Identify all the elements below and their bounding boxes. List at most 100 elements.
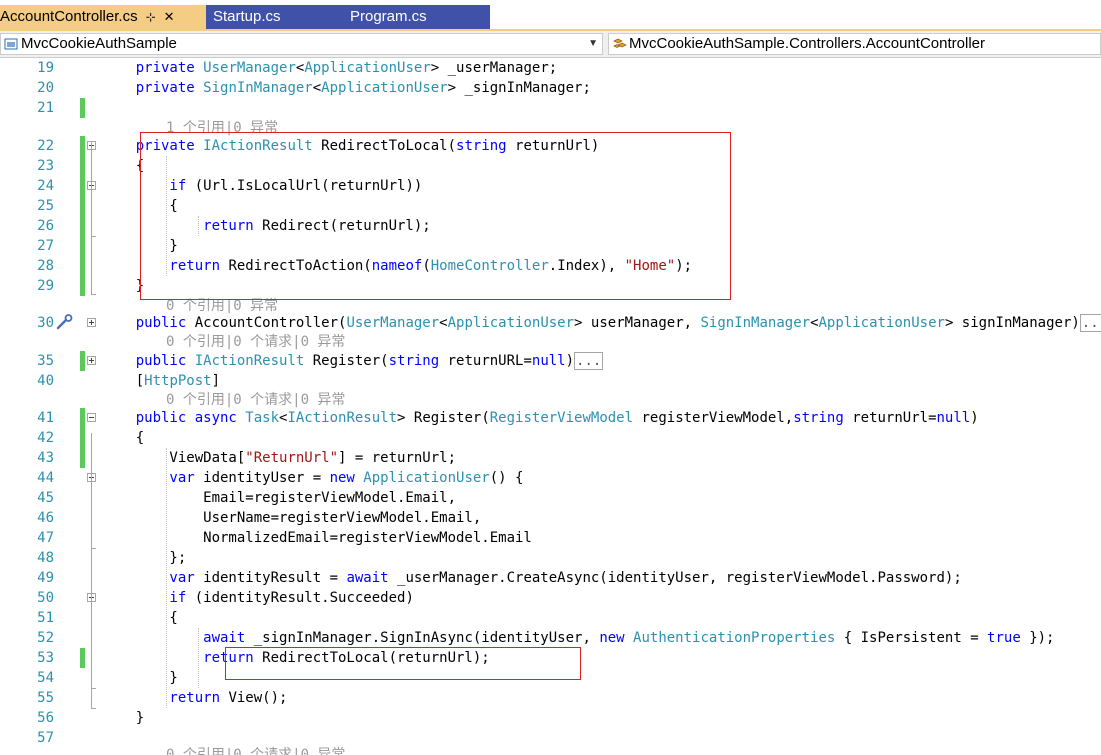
code-token: HttpPost xyxy=(144,373,212,389)
tab-program[interactable]: Program.cs xyxy=(350,5,427,29)
code-token: null xyxy=(531,353,566,369)
wrench-icon[interactable] xyxy=(56,314,74,330)
line-number: 52 xyxy=(37,630,54,646)
code-token: Task xyxy=(245,410,280,426)
code-token: < xyxy=(810,315,819,331)
line-number: 24 xyxy=(37,178,54,194)
code-line[interactable]: ViewData["ReturnUrl"] = returnUrl; xyxy=(102,448,456,468)
code-token: public async xyxy=(102,410,246,426)
expand-icon[interactable] xyxy=(87,356,96,365)
tab-account-controller[interactable]: AccountController.cs ⊹ ✕ xyxy=(0,5,206,29)
code-token: identityUser = xyxy=(194,470,330,486)
tab-label: Program.cs xyxy=(350,8,427,25)
fold-guide-end xyxy=(91,294,96,295)
code-line[interactable]: await _signInManager.SignInAsync(identit… xyxy=(102,628,1054,648)
line-number: 41 xyxy=(37,410,54,426)
fold-guide xyxy=(91,173,92,236)
change-indicator xyxy=(80,351,85,371)
code-token: if xyxy=(102,590,187,606)
close-icon[interactable]: ✕ xyxy=(164,9,175,24)
change-indicator xyxy=(80,256,85,276)
line-number: 25 xyxy=(37,198,54,214)
code-line[interactable]: return View(); xyxy=(102,688,287,708)
change-indicator xyxy=(80,136,85,156)
line-number: 27 xyxy=(37,238,54,254)
line-number: 44 xyxy=(37,470,54,486)
collapsed-region[interactable]: ... xyxy=(574,352,604,370)
code-token: string xyxy=(793,410,844,426)
project-name: MvcCookieAuthSample xyxy=(21,35,177,52)
member-dropdown[interactable]: MvcCookieAuthSample.Controllers.AccountC… xyxy=(608,33,1101,55)
tab-startup[interactable]: Startup.cs xyxy=(213,5,281,29)
code-token: null xyxy=(936,410,971,426)
code-line[interactable]: [HttpPost] xyxy=(102,371,220,391)
code-token: private xyxy=(102,80,204,96)
line-number: 56 xyxy=(37,710,54,726)
code-token: < xyxy=(439,315,448,331)
code-line[interactable]: } xyxy=(102,276,144,296)
change-indicator xyxy=(80,648,85,668)
code-token: public xyxy=(102,353,195,369)
line-number: 30 xyxy=(37,315,54,331)
change-indicator xyxy=(80,196,85,216)
code-token: UserManager xyxy=(203,60,296,76)
collapse-icon[interactable] xyxy=(87,413,96,422)
code-line[interactable]: { xyxy=(102,428,144,448)
code-token: > _signInManager; xyxy=(447,80,591,96)
code-line[interactable]: Email=registerViewModel.Email, xyxy=(102,488,456,508)
fold-guide-end xyxy=(91,688,96,689)
change-indicator xyxy=(80,176,85,196)
code-line[interactable]: private SignInManager<ApplicationUser> _… xyxy=(102,78,591,98)
code-token: ViewData[ xyxy=(102,450,246,466)
code-token: () { xyxy=(489,470,524,486)
codelens-refs[interactable]: 0 个引用|0 个请求|0 异常 xyxy=(166,747,345,755)
fold-guide-end xyxy=(91,708,96,709)
change-indicator xyxy=(80,428,85,448)
code-line[interactable]: var identityResult = await _userManager.… xyxy=(102,568,961,588)
code-editor[interactable]: 19 private UserManager<ApplicationUser> … xyxy=(0,58,1101,755)
collapsed-region[interactable]: ... xyxy=(1079,314,1101,332)
line-number: 51 xyxy=(37,610,54,626)
code-line[interactable]: UserName=registerViewModel.Email, xyxy=(102,508,481,528)
code-token: { IsPersistent = xyxy=(835,630,988,646)
code-token: }); xyxy=(1020,630,1055,646)
code-line[interactable]: }; xyxy=(102,548,186,568)
code-token: ApplicationUser xyxy=(818,315,945,331)
pin-icon[interactable]: ⊹ xyxy=(146,10,156,24)
line-number: 54 xyxy=(37,670,54,686)
code-token: [ xyxy=(102,373,145,389)
codelens-refs[interactable]: 0 个引用|0 个请求|0 异常 xyxy=(166,334,345,350)
code-token: string xyxy=(388,353,440,369)
code-token: Register( xyxy=(304,353,389,369)
change-indicator xyxy=(80,236,85,256)
code-line[interactable]: public IActionResult Register(string ret… xyxy=(102,351,604,371)
code-token: registerViewModel, xyxy=(633,410,794,426)
code-line[interactable]: } xyxy=(102,708,144,728)
expand-icon[interactable] xyxy=(87,318,96,327)
code-line[interactable]: public async Task<IActionResult> Registe… xyxy=(102,408,979,428)
code-line[interactable]: { xyxy=(102,156,144,176)
line-number: 50 xyxy=(37,590,54,606)
line-number: 46 xyxy=(37,510,54,526)
code-token: IActionResult xyxy=(287,410,398,426)
code-token: identityResult = xyxy=(194,570,347,586)
code-token: "ReturnUrl" xyxy=(245,450,339,466)
line-number: 19 xyxy=(37,60,54,76)
code-token: View(); xyxy=(220,690,288,706)
line-number: 22 xyxy=(37,138,54,154)
code-token: }; xyxy=(102,550,187,566)
code-line[interactable]: private UserManager<ApplicationUser> _us… xyxy=(102,58,557,78)
code-token: returnUrl= xyxy=(843,410,937,426)
fold-guide xyxy=(91,590,92,688)
change-indicator xyxy=(80,216,85,236)
project-dropdown[interactable]: MvcCookieAuthSample ▼ xyxy=(0,33,603,55)
tab-label: AccountController.cs xyxy=(0,8,138,25)
codelens-refs[interactable]: 0 个引用|0 个请求|0 异常 xyxy=(166,392,345,408)
code-line[interactable]: if (identityResult.Succeeded) xyxy=(102,588,413,608)
code-token: await xyxy=(102,630,246,646)
code-line[interactable]: public AccountController(UserManager<App… xyxy=(102,313,1101,333)
code-token: ApplicationUser xyxy=(447,315,575,331)
highlight-box-return-redirect xyxy=(225,647,581,680)
codelens-refs[interactable]: 0 个引用|0 异常 xyxy=(166,298,278,314)
member-name: MvcCookieAuthSample.Controllers.AccountC… xyxy=(629,35,985,52)
